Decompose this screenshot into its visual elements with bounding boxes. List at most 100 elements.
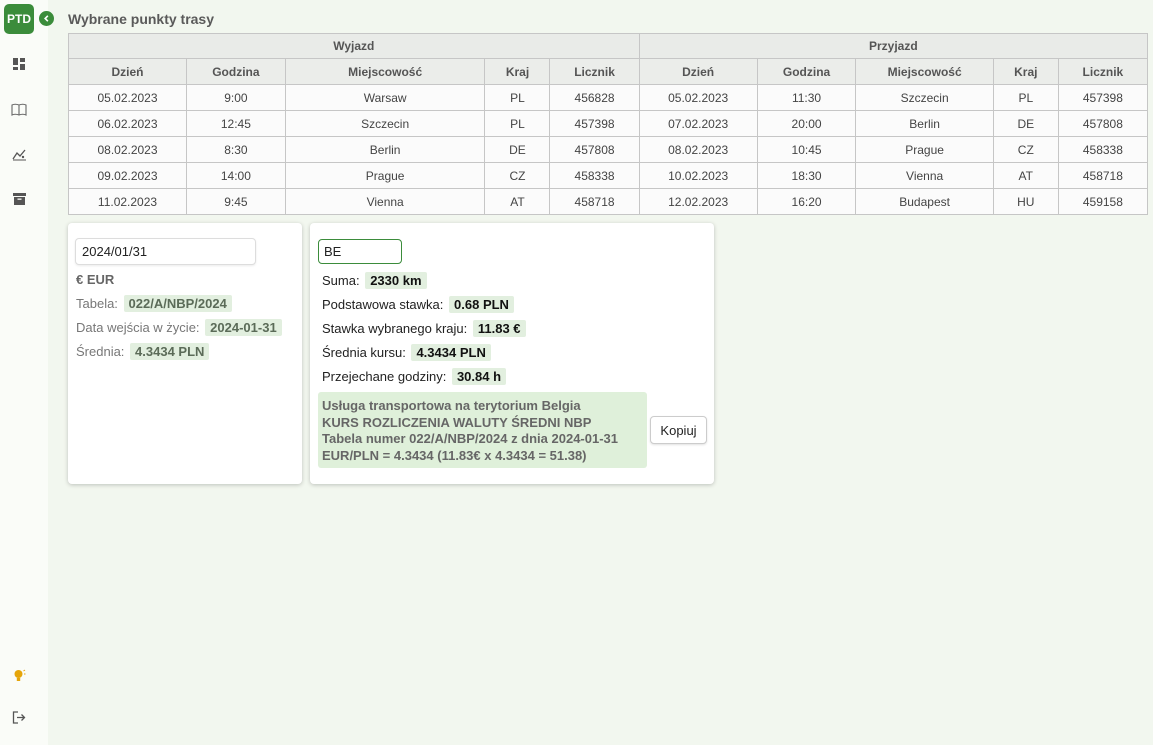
- sum-value: 2330 km: [365, 272, 427, 289]
- lightbulb-icon: [14, 669, 25, 681]
- table-cell: Prague: [284, 162, 486, 189]
- country-rate-label: Stawka wybranego kraju:: [322, 321, 468, 336]
- nav-logout[interactable]: [11, 709, 27, 725]
- table-cell: 10.02.2023: [638, 162, 758, 189]
- table-row[interactable]: 09.02.2023 14:00 Prague CZ 458338 10.02.2023 1…: [68, 162, 1149, 189]
- table-cell: PL: [992, 84, 1059, 111]
- summary-line: KURS ROZLICZENIA WALUTY ŚREDNI NBP: [322, 414, 592, 430]
- table-cell: 14:00: [186, 162, 286, 189]
- country-code-input[interactable]: [318, 239, 402, 264]
- hours-label: Przejechane godziny:: [322, 369, 447, 384]
- table-cell: 457808: [549, 136, 640, 163]
- table-cell: 11:30: [756, 84, 857, 111]
- table-cell: Budapest: [855, 188, 994, 215]
- average-rate-row: Średnia: 4.3434 PLN: [76, 343, 210, 360]
- hours-value: 30.84 h: [451, 368, 507, 385]
- column-header: Godzina: [186, 58, 286, 85]
- table-cell: 9:45: [186, 188, 286, 215]
- sidebar: PTD: [0, 0, 54, 745]
- sum-label: Suma:: [322, 273, 360, 288]
- sum-row: Suma: 2330 km: [322, 272, 427, 289]
- logout-icon: [12, 710, 26, 724]
- effective-date-row: Data wejścia w życie: 2024-01-31: [76, 319, 282, 336]
- column-header: Godzina: [756, 58, 857, 85]
- table-cell: Berlin: [855, 110, 994, 137]
- base-rate-label: Podstawowa stawka:: [322, 297, 444, 312]
- table-cell: 459158: [1057, 188, 1149, 215]
- effective-date-value: 2024-01-31: [205, 319, 282, 336]
- column-header: Licznik: [1057, 58, 1149, 85]
- table-cell: Warsaw: [284, 84, 486, 111]
- table-cell: 06.02.2023: [68, 110, 187, 137]
- avg-rate-value: 4.3434 PLN: [411, 344, 491, 361]
- table-row[interactable]: 08.02.2023 8:30 Berlin DE 457808 08.02.2023 10…: [68, 136, 1149, 163]
- nav-analytics[interactable]: [11, 146, 27, 162]
- hours-row: Przejechane godziny: 30.84 h: [322, 368, 507, 385]
- column-header: Kraj: [484, 58, 551, 85]
- rate-table-row: Tabela: 022/A/NBP/2024: [76, 295, 232, 312]
- column-header: Dzień: [68, 58, 187, 85]
- effective-date-label: Data wejścia w życie:: [76, 320, 200, 335]
- summary-line: EUR/PLN = 4.3434 (11.83€ x 4.3434 = 51.3…: [322, 447, 587, 463]
- app-logo[interactable]: PTD: [4, 4, 34, 34]
- currency-label: € EUR: [76, 272, 115, 287]
- nav-tips[interactable]: [11, 668, 27, 684]
- copy-button[interactable]: Kopiuj: [650, 416, 707, 444]
- column-header: Licznik: [549, 58, 640, 85]
- table-cell: PL: [484, 110, 551, 137]
- table-cell: 11.02.2023: [68, 188, 187, 215]
- book-icon: [11, 103, 27, 116]
- table-cell: 457398: [1057, 84, 1149, 111]
- page-title: Wybrane punkty trasy: [68, 11, 215, 27]
- table-cell: Vienna: [284, 188, 486, 215]
- country-rate-value: 11.83 €: [472, 320, 526, 337]
- column-header: Miejscowość: [855, 58, 994, 85]
- table-cell: 08.02.2023: [68, 136, 187, 163]
- table-cell: DE: [992, 110, 1059, 137]
- table-cell: 457398: [549, 110, 640, 137]
- table-cell: 456828: [549, 84, 640, 111]
- summary-line: Usługa transportowa na terytorium Belgia: [322, 398, 581, 413]
- avg-rate-row: Średnia kursu: 4.3434 PLN: [322, 344, 491, 361]
- chart-icon: [11, 149, 26, 160]
- column-header: Kraj: [992, 58, 1059, 85]
- table-cell: PL: [484, 84, 551, 111]
- arrival-group-header: Przyjazd: [638, 33, 1149, 59]
- table-cell: Vienna: [855, 162, 994, 189]
- calculation-card: Suma: 2330 km Podstawowa stawka: 0.68 PL…: [310, 223, 714, 484]
- archive-icon: [12, 193, 26, 205]
- table-row[interactable]: 11.02.2023 9:45 Vienna AT 458718 12.02.2023 16…: [68, 188, 1149, 215]
- nav-book[interactable]: [11, 101, 27, 117]
- invoice-summary-text: Usługa transportowa na terytorium Belgia…: [318, 392, 647, 468]
- exchange-rate-card: € EUR Tabela: 022/A/NBP/2024 Data wejści…: [68, 223, 302, 484]
- average-rate-label: Średnia:: [76, 344, 125, 359]
- base-rate-row: Podstawowa stawka: 0.68 PLN: [322, 296, 514, 313]
- table-row[interactable]: 05.02.2023 9:00 Warsaw PL 456828 05.02.2023 11…: [68, 84, 1149, 111]
- table-cell: 458718: [549, 188, 640, 215]
- table-row[interactable]: 06.02.2023 12:45 Szczecin PL 457398 07.02.202…: [68, 110, 1149, 137]
- country-rate-row: Stawka wybranego kraju: 11.83 €: [322, 320, 526, 337]
- table-cell: Szczecin: [284, 110, 486, 137]
- rate-date-input[interactable]: [75, 238, 256, 265]
- avg-rate-label: Średnia kursu:: [322, 345, 406, 360]
- table-cell: 07.02.2023: [638, 110, 758, 137]
- table-cell: 08.02.2023: [638, 136, 758, 163]
- nav-archive[interactable]: [11, 191, 27, 207]
- table-cell: AT: [484, 188, 551, 215]
- table-cell: 458338: [1057, 136, 1149, 163]
- table-cell: 10:45: [756, 136, 857, 163]
- departure-group-header: Wyjazd: [68, 33, 640, 59]
- table-cell: HU: [992, 188, 1059, 215]
- table-cell: Berlin: [284, 136, 486, 163]
- table-cell: 12.02.2023: [638, 188, 758, 215]
- summary-line: Tabela numer 022/A/NBP/2024 z dnia 2024-…: [322, 431, 619, 446]
- table-cell: 9:00: [186, 84, 286, 111]
- collapse-sidebar-button[interactable]: [39, 11, 54, 26]
- table-cell: CZ: [992, 136, 1059, 163]
- route-points-table: Wyjazd Przyjazd Dzień Godzina Miejscowość K…: [68, 33, 1149, 215]
- nav-dashboard[interactable]: [11, 56, 27, 72]
- rate-table-value: 022/A/NBP/2024: [123, 295, 232, 312]
- table-cell: 457808: [1057, 110, 1149, 137]
- table-cell: 458338: [549, 162, 640, 189]
- table-cell: 05.02.2023: [638, 84, 758, 111]
